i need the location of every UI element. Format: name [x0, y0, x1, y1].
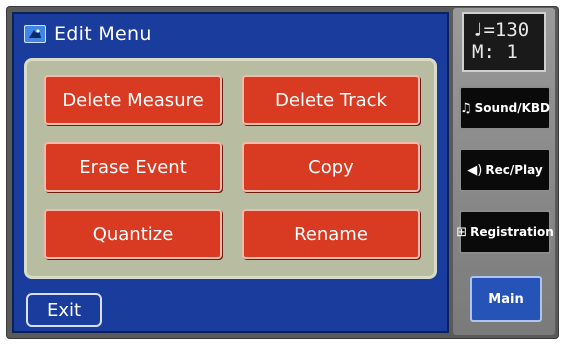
edit-menu-screen: Edit Menu Delete Measure Delete Track Er… — [12, 12, 449, 333]
menu-panel: Delete Measure Delete Track Erase Event … — [24, 58, 437, 279]
title-bar: Edit Menu — [14, 14, 447, 54]
edit-menu-icon — [24, 25, 46, 43]
speaker-icon: ◀) — [467, 162, 483, 178]
rec-play-button[interactable]: ◀) Rec/Play — [459, 148, 551, 192]
tempo-display: ♩=130 M: 1 — [462, 12, 546, 72]
registration-button[interactable]: ⊞ Registration — [456, 210, 554, 254]
delete-track-button[interactable]: Delete Track — [242, 75, 420, 125]
exit-button[interactable]: Exit — [26, 293, 102, 327]
measure-readout: M: 1 — [472, 41, 518, 63]
quantize-button[interactable]: Quantize — [44, 209, 222, 259]
copy-button[interactable]: Copy — [242, 142, 420, 192]
tempo-readout: ♩=130 — [472, 19, 530, 41]
music-note-icon: ♫ — [460, 100, 472, 116]
book-icon: ⊞ — [456, 224, 468, 240]
rename-button[interactable]: Rename — [242, 209, 420, 259]
rec-play-label: Rec/Play — [485, 163, 543, 177]
page-title: Edit Menu — [54, 23, 152, 45]
main-button[interactable]: Main — [470, 276, 542, 322]
sidebar: ♩=130 M: 1 ♫ Sound/KBD ◀) Rec/Play ⊞ Reg… — [453, 8, 555, 335]
registration-label: Registration — [470, 225, 554, 239]
delete-measure-button[interactable]: Delete Measure — [44, 75, 222, 125]
sound-kbd-button[interactable]: ♫ Sound/KBD — [459, 86, 551, 130]
erase-event-button[interactable]: Erase Event — [44, 142, 222, 192]
sound-kbd-label: Sound/KBD — [474, 101, 551, 115]
